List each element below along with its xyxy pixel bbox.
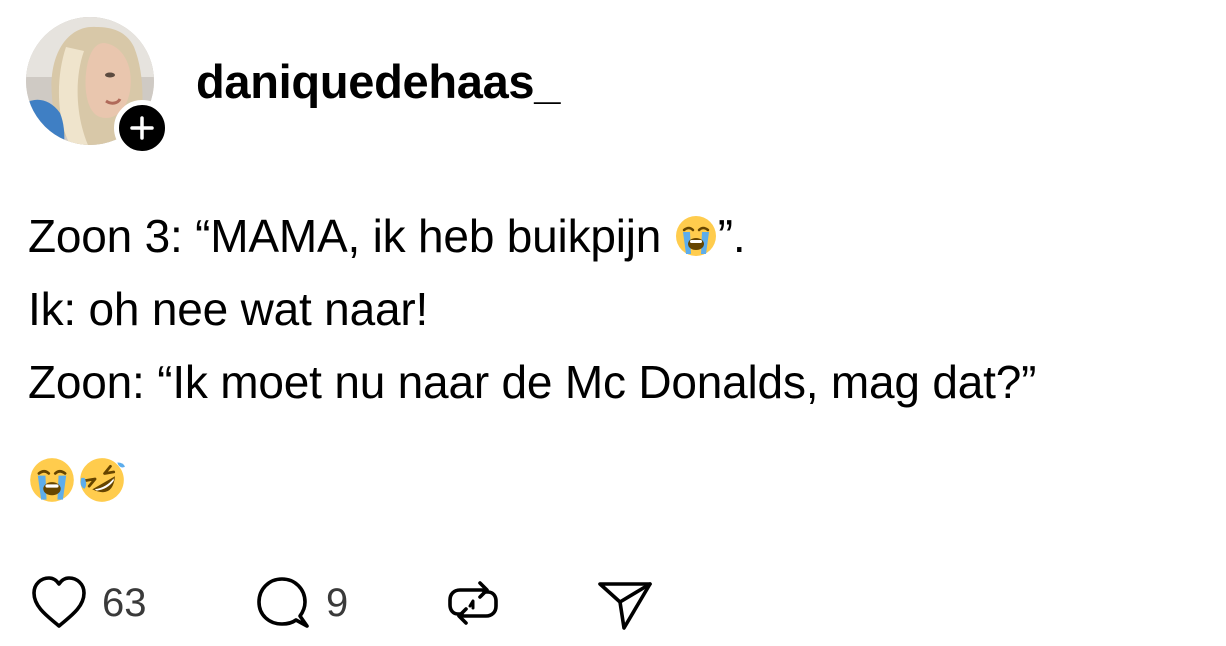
loudly-crying-face-emoji: [30, 458, 74, 502]
comment-bubble-icon: [257, 577, 309, 628]
post-text: Zoon 3: “MAMA, ik heb buikpijn ”. Ik: oh…: [28, 200, 1036, 419]
share-button[interactable]: [594, 572, 656, 634]
send-icon: [598, 582, 652, 630]
crying-face-emoji: [675, 216, 716, 256]
reaction-emojis: [28, 456, 126, 506]
profile-avatar-area[interactable]: [26, 17, 170, 156]
heart-icon: [32, 576, 86, 628]
post-line-3: Zoon: “Ik moet nu naar de Mc Donalds, ma…: [28, 356, 1037, 408]
repost-icon: [448, 581, 498, 625]
post-line-1-end: ”.: [717, 210, 746, 262]
like-button[interactable]: 63: [28, 572, 147, 634]
rolling-on-floor-laughing-emoji: [80, 458, 125, 502]
follow-button[interactable]: [114, 100, 170, 156]
username[interactable]: daniquedehaas_: [196, 58, 560, 105]
repost-button[interactable]: [442, 572, 504, 634]
post-line-2: Ik: oh nee wat naar!: [28, 283, 429, 335]
plus-icon: [130, 116, 154, 140]
reply-count: 9: [326, 581, 349, 625]
thread-post: daniquedehaas_ Zoon 3: “MAMA, ik heb bui…: [0, 0, 1226, 646]
reply-button[interactable]: 9: [252, 572, 348, 634]
like-count: 63: [102, 581, 147, 625]
post-line-1: Zoon 3: “MAMA, ik heb buikpijn ”.: [28, 200, 1036, 273]
post-line-1-text: Zoon 3: “MAMA, ik heb buikpijn: [28, 210, 674, 262]
